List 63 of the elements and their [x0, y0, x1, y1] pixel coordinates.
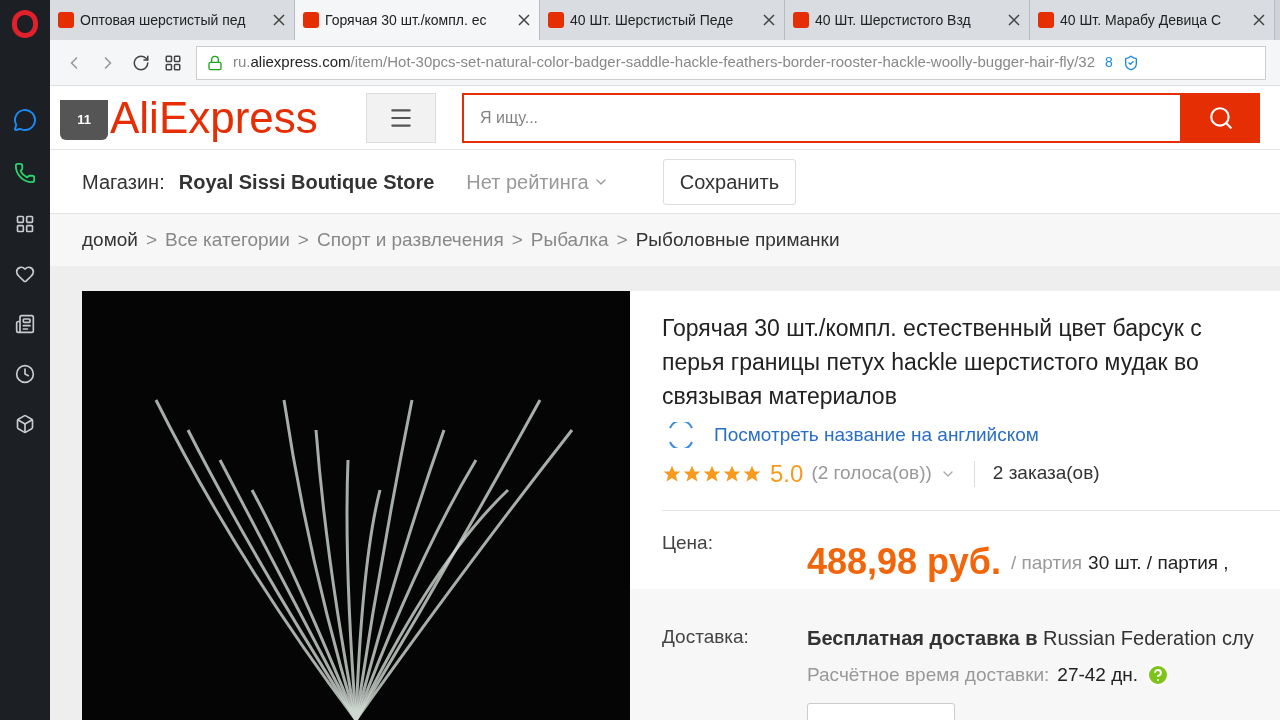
breadcrumb-separator: >	[145, 227, 157, 252]
breadcrumb-separator: >	[616, 227, 628, 252]
notification-badge: 11	[60, 100, 108, 140]
tab-title: Оптовая шерстистый пед	[80, 10, 247, 30]
price: 488,98 руб.	[807, 539, 1001, 584]
search-button[interactable]	[1182, 92, 1260, 143]
orders-count: 2 заказа(ов)	[992, 461, 1100, 486]
speed-dial-icon[interactable]	[15, 214, 35, 234]
tab-title: 40 Шт. Шерстистый Педе	[570, 10, 735, 30]
browser-tab[interactable]: 40 Шт. Шерстистого Взд	[785, 0, 1030, 40]
search-icon	[1208, 104, 1234, 131]
history-icon[interactable]	[15, 364, 35, 384]
news-icon[interactable]	[15, 314, 35, 334]
delivery-info: Бесплатная доставка в Russian Federation слу	[807, 625, 1254, 651]
browser-tab[interactable]: Оптовая шерстистый пед	[50, 0, 295, 40]
close-icon[interactable]	[762, 13, 776, 27]
browser-logo-icon[interactable]	[12, 10, 38, 38]
store-label: Магазин:	[82, 169, 165, 195]
shop-icon	[303, 12, 319, 28]
product-title-line: Горячая 30 шт./компл. естественный цвет барсук с	[662, 314, 1203, 343]
breadcrumb-link[interactable]: домой	[82, 225, 138, 255]
shop-icon	[548, 12, 564, 28]
lot-size: 30 шт. / партия ,	[1088, 550, 1229, 575]
shop-icon	[58, 12, 74, 28]
price-label: Цена:	[662, 530, 714, 555]
categories-menu-button[interactable]	[366, 92, 436, 143]
close-icon[interactable]	[517, 13, 531, 27]
tab-title: Горячая 30 шт./компл. ес	[325, 10, 488, 30]
cube-icon[interactable]	[15, 414, 35, 434]
lock-icon	[207, 54, 223, 71]
close-icon[interactable]	[1252, 13, 1266, 27]
reload-icon[interactable]	[132, 53, 150, 72]
address-field[interactable]: ru.aliexpress.com/item/Hot-30pcs-set-natural-color-badger-saddle-hackle-feathers-border-rooster-hackle-woolly-bugger-hair-fly/32 8	[196, 45, 1266, 80]
delivery-time: 27-42 дн.	[1057, 662, 1139, 687]
shield-icon[interactable]	[1122, 54, 1139, 71]
close-icon[interactable]	[272, 13, 286, 27]
shop-icon	[1038, 12, 1054, 28]
browser-tab[interactable]: 40 Шт. Шерстистый Педе	[540, 0, 785, 40]
messenger-icon[interactable]	[13, 108, 37, 132]
blocked-count: 8	[1105, 53, 1113, 72]
search-field[interactable]: Я ищу...	[462, 92, 1182, 143]
delivery-time-label: Расчётное время доставки:	[807, 662, 1050, 687]
speed-dial-icon[interactable]	[164, 53, 182, 72]
tab-title: 40 Шт. Шерстистого Взд	[815, 10, 972, 30]
price-unit: / партия	[1010, 550, 1083, 575]
breadcrumb-link[interactable]: Рыболовные приманки	[635, 225, 840, 255]
store-name[interactable]: Royal Sissi Boutique Store	[178, 166, 435, 197]
rating-value: 5.0	[770, 458, 804, 489]
site-logo[interactable]: AliExpress	[110, 95, 340, 140]
save-button[interactable]: Сохранить	[662, 158, 797, 205]
browser-tab[interactable]: 40 Шт. Марабу Девица С	[1030, 0, 1275, 40]
browser-tab[interactable]: Горячая 30 шт./компл. ес	[295, 0, 540, 40]
breadcrumb-separator: >	[511, 227, 523, 252]
translate-link[interactable]: Посмотреть название на английском	[714, 421, 1039, 450]
url-text: ru.aliexpress.com/item/Hot-30pcs-set-natural-color-badger-saddle-hackle-feathers-border-rooster-hackle-woolly-bugger-hair-fly/32	[233, 52, 1096, 73]
product-title-line: перья границы петух hackle шерстистого мудак во	[662, 348, 1200, 377]
tab-title: 40 Шт. Марабу Девица С	[1060, 10, 1223, 30]
close-icon[interactable]	[1007, 13, 1021, 27]
shop-icon	[793, 12, 809, 28]
product-title-line: связывая материалов	[662, 382, 898, 411]
delivery-label: Доставка:	[662, 624, 750, 649]
heart-icon[interactable]	[15, 264, 35, 284]
breadcrumb-separator: >	[297, 227, 309, 252]
